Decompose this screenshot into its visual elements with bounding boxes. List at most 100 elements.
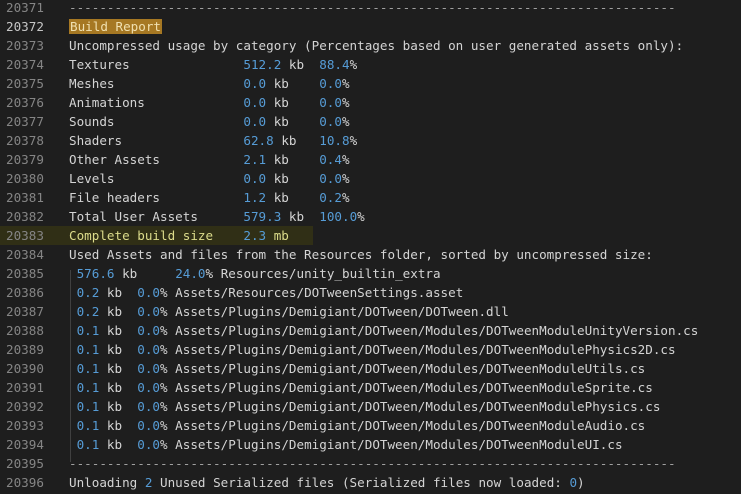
number-token: 0.1 (76, 399, 100, 414)
line-text: 0.1 kb 0.0% Assets/Plugins/Demigiant/DOT… (69, 340, 676, 359)
code-line[interactable]: 20386 0.2 kb 0.0% Assets/Resources/DOTwe… (0, 283, 741, 302)
text-token: kb (273, 133, 320, 148)
text-token: Unused Serialized files (Serialized file… (152, 475, 570, 490)
number-token: 0.0 (319, 114, 342, 129)
number-token: 0.1 (76, 361, 100, 376)
line-number: 20384 (6, 247, 44, 262)
text-token: % Assets/Plugins/Demigiant/DOTween/Modul… (160, 437, 623, 452)
code-line[interactable]: 20393 0.1 kb 0.0% Assets/Plugins/Demigia… (0, 416, 741, 435)
number-token: 0.0 (137, 437, 161, 452)
text-token: Used Assets and files from the Resources… (69, 247, 653, 262)
code-line[interactable]: 20373 Uncompressed usage by category (Per… (0, 36, 741, 55)
text-token: Textures (69, 57, 244, 72)
log-editor[interactable]: 20371 -----------------------------------… (0, 0, 741, 494)
number-token: 512.2 (243, 57, 282, 72)
number-token: 0.0 (243, 76, 267, 91)
text-token: Shaders (69, 133, 244, 148)
number-token: 0.0 (137, 304, 161, 319)
number-token: 0.1 (76, 380, 100, 395)
number-token: 0.0 (137, 323, 161, 338)
line-text: Animations 0.0 kb 0.0% (69, 93, 350, 112)
code-line[interactable]: 20383 Complete build size 2.3 mb (0, 226, 313, 245)
code-line[interactable]: 20391 0.1 kb 0.0% Assets/Plugins/Demigia… (0, 378, 741, 397)
code-line[interactable]: 20385 576.6 kb 24.0% Resources/unity_bui… (0, 264, 741, 283)
code-line[interactable]: 20390 0.1 kb 0.0% Assets/Plugins/Demigia… (0, 359, 741, 378)
code-line[interactable]: 20395 -----------------------------------… (0, 454, 741, 473)
text-token: kb (99, 437, 138, 452)
line-number: 20376 (6, 95, 44, 110)
code-line[interactable]: 20387 0.2 kb 0.0% Assets/Plugins/Demigia… (0, 302, 741, 321)
code-line[interactable]: 20388 0.1 kb 0.0% Assets/Plugins/Demigia… (0, 321, 741, 340)
text-token: % Assets/Plugins/Demigiant/DOTween/Modul… (160, 361, 646, 376)
line-number: 20385 (6, 266, 44, 281)
code-line[interactable]: 20380 Levels 0.0 kb 0.0% (0, 169, 741, 188)
text-token: kb (266, 114, 320, 129)
text-token: kb (266, 76, 320, 91)
code-line[interactable]: 20374 Textures 512.2 kb 88.4% (0, 55, 741, 74)
code-line[interactable]: 20382 Total User Assets 579.3 kb 100.0% (0, 207, 741, 226)
number-token: 0.2 (319, 190, 342, 205)
code-line[interactable]: 20372 Build Report (0, 17, 741, 36)
text-token: % (349, 133, 358, 148)
line-text: Used Assets and files from the Resources… (69, 245, 653, 264)
code-line[interactable]: 20396 Unloading 2 Unused Serialized files… (0, 473, 741, 492)
code-line[interactable]: 20375 Meshes 0.0 kb 0.0% (0, 74, 741, 93)
text-token: % Resources/unity_builtin_extra (205, 266, 441, 281)
code-line[interactable]: 20377 Sounds 0.0 kb 0.0% (0, 112, 741, 131)
number-token: 0.0 (319, 95, 342, 110)
line-number: 20375 (6, 76, 44, 91)
number-token: 0.1 (76, 323, 100, 338)
text-token: Unloading (69, 475, 145, 490)
text-token: kb (99, 380, 138, 395)
text-token: kb (99, 285, 138, 300)
number-token: 0.1 (76, 418, 100, 433)
line-number: 20396 (6, 475, 44, 490)
code-line[interactable]: 20394 0.1 kb 0.0% Assets/Plugins/Demigia… (0, 435, 741, 454)
line-number: 20387 (6, 304, 44, 319)
line-text: Uncompressed usage by category (Percenta… (69, 36, 683, 55)
number-token: 0.2 (76, 285, 100, 300)
code-line[interactable]: 20389 0.1 kb 0.0% Assets/Plugins/Demigia… (0, 340, 741, 359)
line-number: 20379 (6, 152, 44, 167)
code-line[interactable]: 20376 Animations 0.0 kb 0.0% (0, 93, 741, 112)
text-token: Uncompressed usage by category (Percenta… (69, 38, 684, 53)
number-token: 0.0 (137, 361, 161, 376)
text-token: % Assets/Resources/DOTweenSettings.asset (160, 285, 464, 300)
line-number: 20388 (6, 323, 44, 338)
line-number: 20378 (6, 133, 44, 148)
line-number: 20390 (6, 361, 44, 376)
number-token: 88.4 (319, 57, 350, 72)
text-token: % Assets/Plugins/Demigiant/DOTween/Modul… (160, 380, 653, 395)
code-line[interactable]: 20379 Other Assets 2.1 kb 0.4% (0, 150, 741, 169)
number-token: 0.0 (243, 171, 267, 186)
text-token: Sounds (69, 114, 244, 129)
line-number: 20383 (6, 228, 44, 243)
code-line[interactable]: 20381 File headers 1.2 kb 0.2% (0, 188, 741, 207)
text-token: % (341, 76, 350, 91)
line-number: 20395 (6, 456, 44, 471)
line-text: Complete build size 2.3 mb (69, 226, 289, 245)
number-token: 2.1 (243, 152, 267, 167)
line-number: 20372 (6, 19, 44, 34)
text-token: Complete build size (69, 228, 244, 243)
line-text: Total User Assets 579.3 kb 100.0% (69, 207, 365, 226)
code-line[interactable]: 20392 0.1 kb 0.0% Assets/Plugins/Demigia… (0, 397, 741, 416)
text-token: kb (266, 152, 320, 167)
number-token: 0.1 (76, 437, 100, 452)
line-text: File headers 1.2 kb 0.2% (69, 188, 350, 207)
code-line[interactable]: 20384 Used Assets and files from the Reso… (0, 245, 741, 264)
line-text: Meshes 0.0 kb 0.0% (69, 74, 350, 93)
code-line[interactable]: 20371 -----------------------------------… (0, 0, 741, 17)
line-number: 20382 (6, 209, 44, 224)
code-line[interactable]: 20378 Shaders 62.8 kb 10.8% (0, 131, 741, 150)
line-number: 20393 (6, 418, 44, 433)
